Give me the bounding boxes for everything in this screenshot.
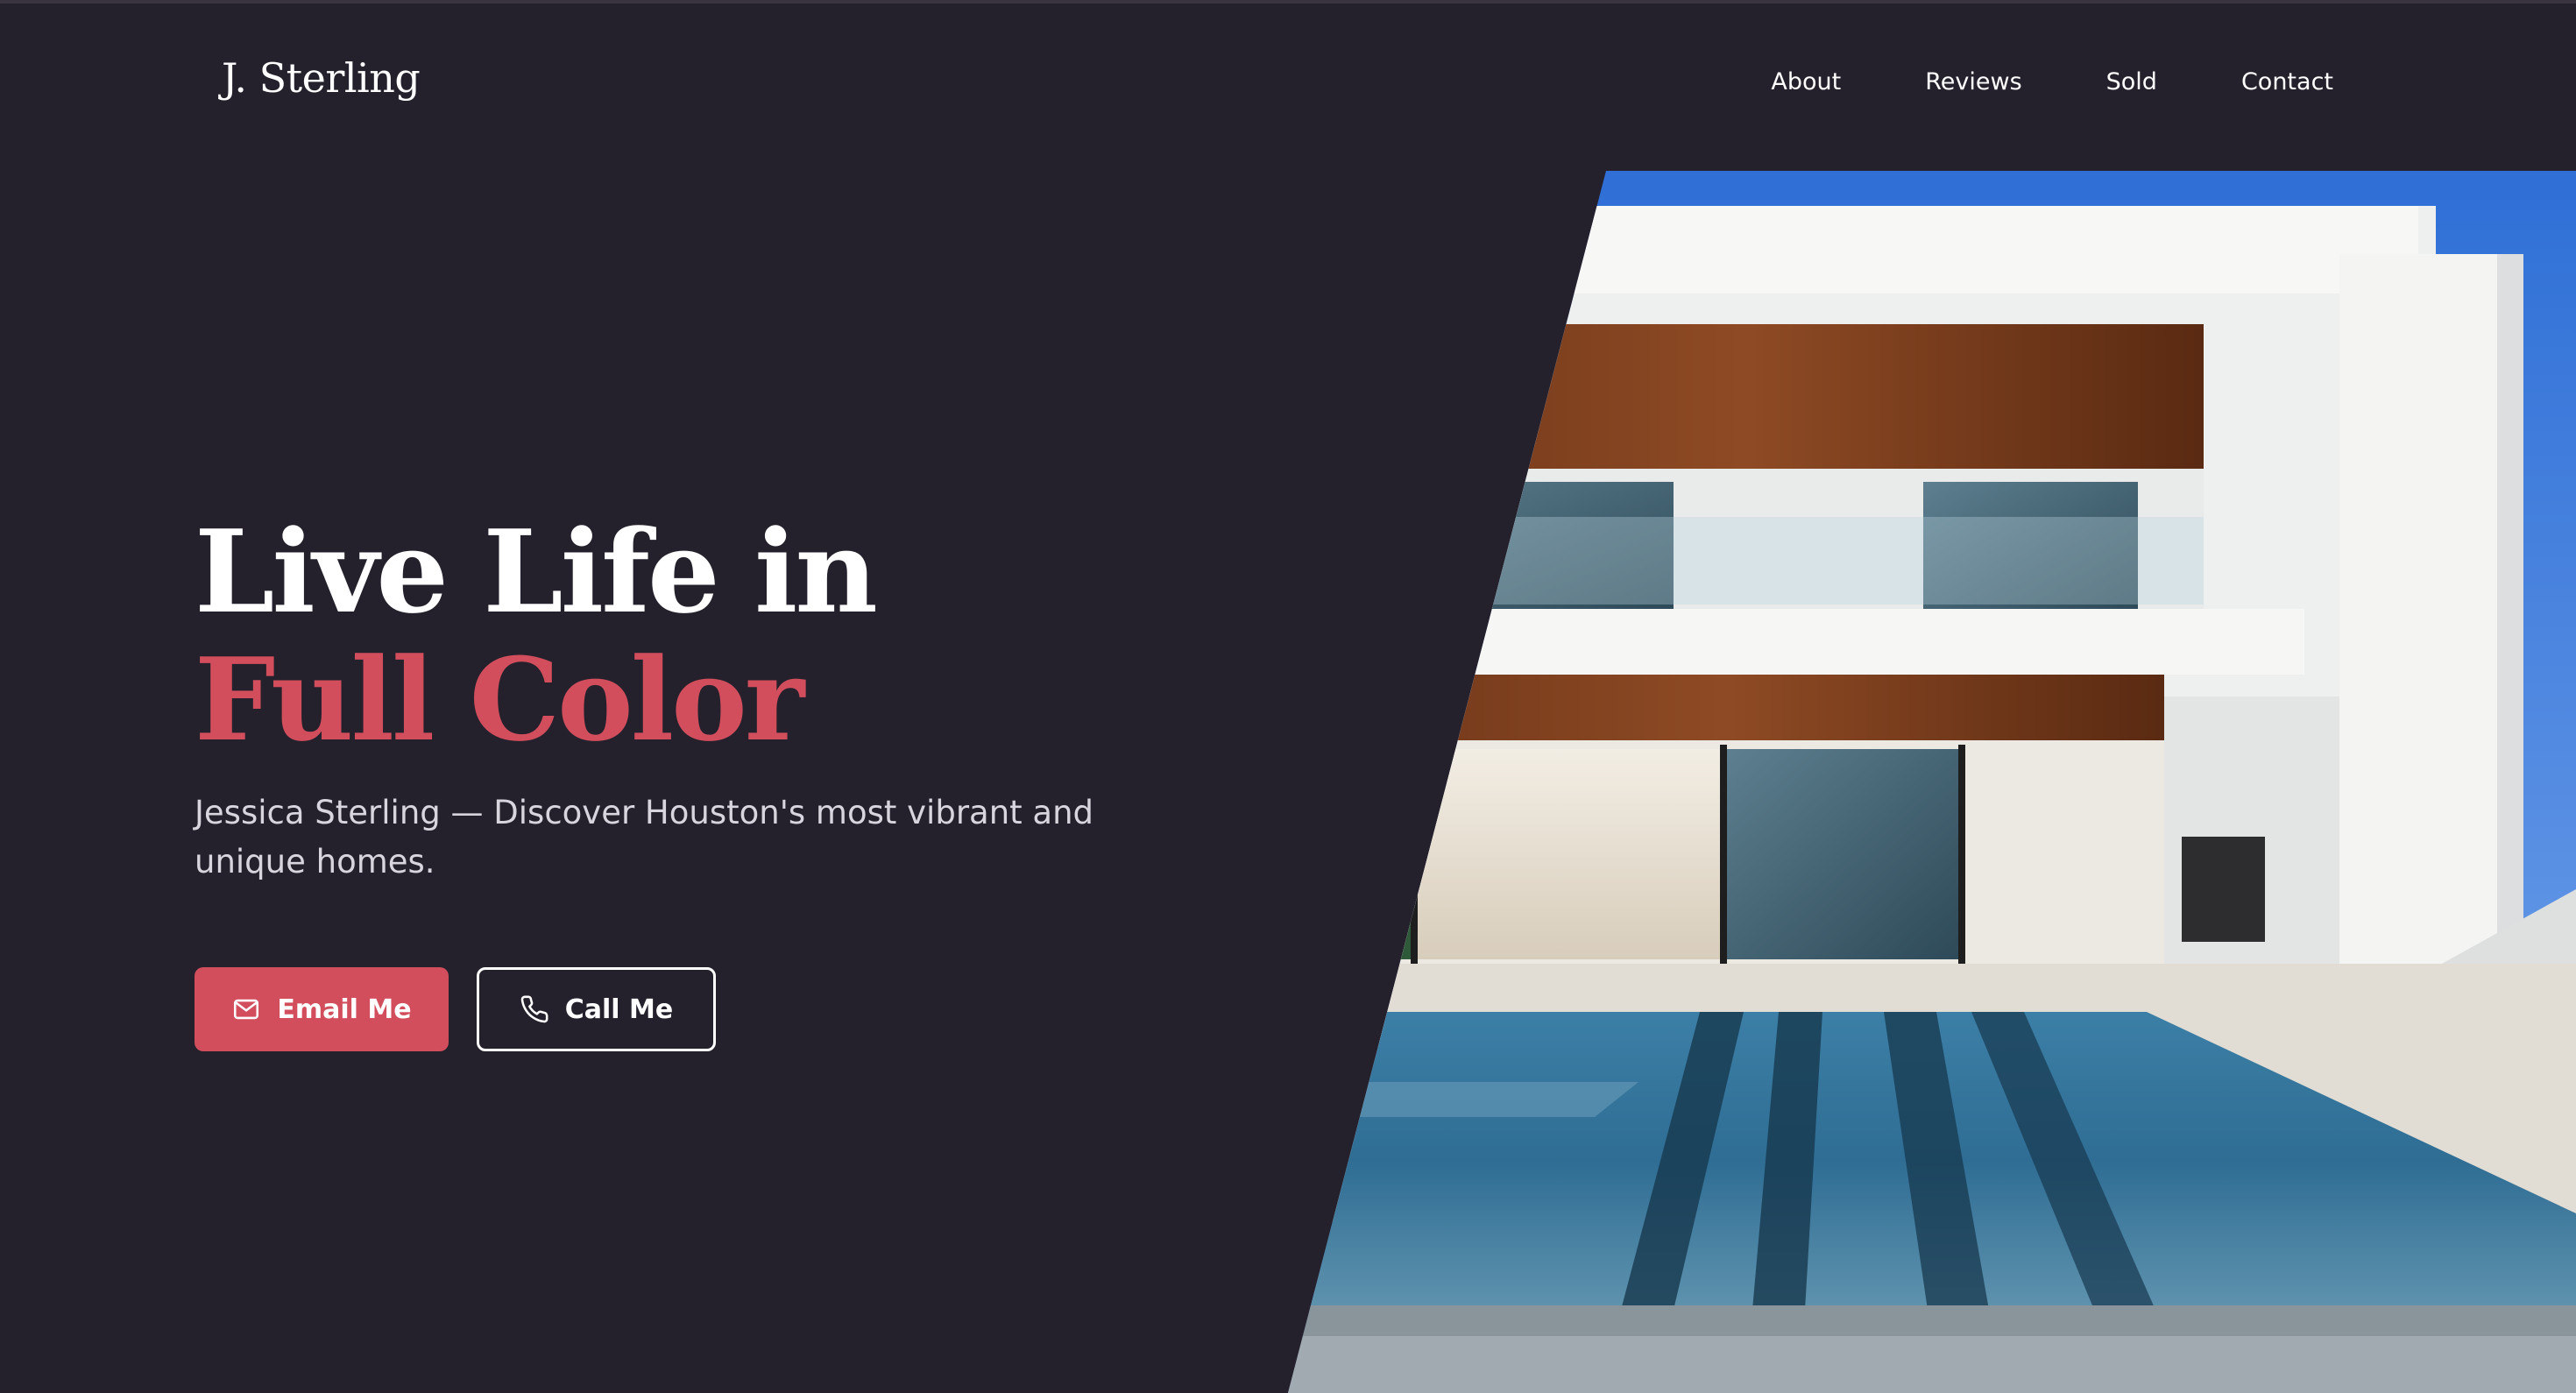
main-nav: About Reviews Sold Contact (1771, 68, 2333, 95)
hero-house-image (1288, 171, 2576, 1393)
hero-title-line-1: Live Life in (195, 505, 878, 639)
nav-link-about[interactable]: About (1771, 68, 1841, 95)
hero-subtitle: Jessica Sterling — Discover Houston's mo… (195, 794, 1094, 880)
phone-icon (520, 994, 549, 1024)
top-border-line (0, 0, 2576, 4)
email-me-label: Email Me (277, 993, 412, 1025)
site-logo[interactable]: J. Sterling (222, 54, 421, 102)
email-me-button[interactable]: Email Me (195, 967, 449, 1051)
hero-title-line-2: Full Color (195, 633, 804, 767)
call-me-button[interactable]: Call Me (477, 967, 716, 1051)
nav-link-contact[interactable]: Contact (2241, 68, 2333, 95)
nav-link-reviews[interactable]: Reviews (1925, 68, 2021, 95)
hero-title: Live Life in Full Color (195, 505, 878, 767)
call-me-label: Call Me (564, 993, 674, 1025)
nav-link-sold[interactable]: Sold (2106, 68, 2157, 95)
mail-icon (231, 994, 261, 1024)
